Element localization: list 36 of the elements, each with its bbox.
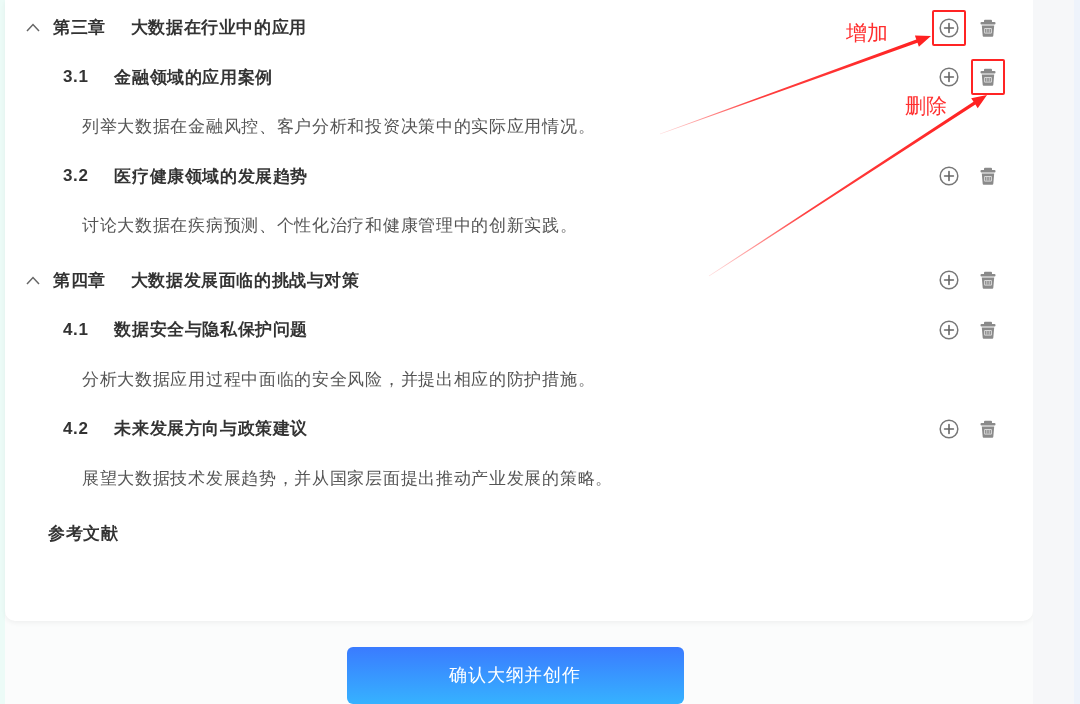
chapter-title: 大数据在行业中的应用 bbox=[130, 17, 307, 40]
add-button[interactable] bbox=[932, 9, 966, 46]
section-description: 列举大数据在金融风控、客户分析和投资决策中的实际应用情况。 bbox=[82, 116, 596, 139]
trash-icon bbox=[980, 419, 996, 438]
trash-icon bbox=[980, 320, 996, 339]
section-description: 讨论大数据在疾病预测、个性化治疗和健康管理中的创新实践。 bbox=[82, 215, 578, 238]
section-number: 4.1 bbox=[63, 319, 89, 340]
trash-icon bbox=[980, 167, 996, 186]
trash-icon bbox=[980, 271, 996, 290]
chevron-up-icon[interactable] bbox=[26, 23, 40, 33]
section-title: 金融领域的应用案例 bbox=[114, 66, 273, 89]
plus-circle-icon bbox=[939, 270, 959, 291]
chapter-number: 第四章 bbox=[53, 269, 106, 292]
plus-circle-icon bbox=[939, 17, 959, 38]
plus-circle-icon bbox=[939, 418, 959, 439]
references-heading: 参考文献 bbox=[48, 523, 119, 546]
section-number: 3.2 bbox=[63, 166, 89, 187]
section-description: 分析大数据应用过程中面临的安全风险，并提出相应的防护措施。 bbox=[82, 368, 596, 391]
trash-icon bbox=[980, 68, 996, 87]
annotation-label: 增加 bbox=[846, 21, 888, 46]
trash-icon bbox=[980, 18, 996, 37]
delete-button[interactable] bbox=[971, 59, 1005, 96]
section-number: 4.2 bbox=[63, 418, 89, 439]
plus-circle-icon bbox=[939, 166, 959, 187]
section-title: 医疗健康领域的发展趋势 bbox=[114, 165, 309, 188]
annotation-label: 删除 bbox=[905, 94, 947, 119]
confirm-button[interactable]: 确认大纲并创作 bbox=[346, 646, 684, 704]
section-number: 3.1 bbox=[63, 67, 89, 88]
plus-circle-icon bbox=[939, 67, 959, 88]
section-title: 未来发展方向与政策建议 bbox=[114, 418, 309, 441]
chapter-title: 大数据发展面临的挑战与对策 bbox=[130, 269, 360, 292]
plus-circle-icon bbox=[939, 319, 959, 340]
section-description: 展望大数据技术发展趋势，并从国家层面提出推动产业发展的策略。 bbox=[82, 467, 613, 490]
section-title: 数据安全与隐私保护问题 bbox=[114, 319, 309, 342]
chapter-number: 第三章 bbox=[53, 17, 106, 40]
chevron-up-icon[interactable] bbox=[26, 275, 40, 285]
